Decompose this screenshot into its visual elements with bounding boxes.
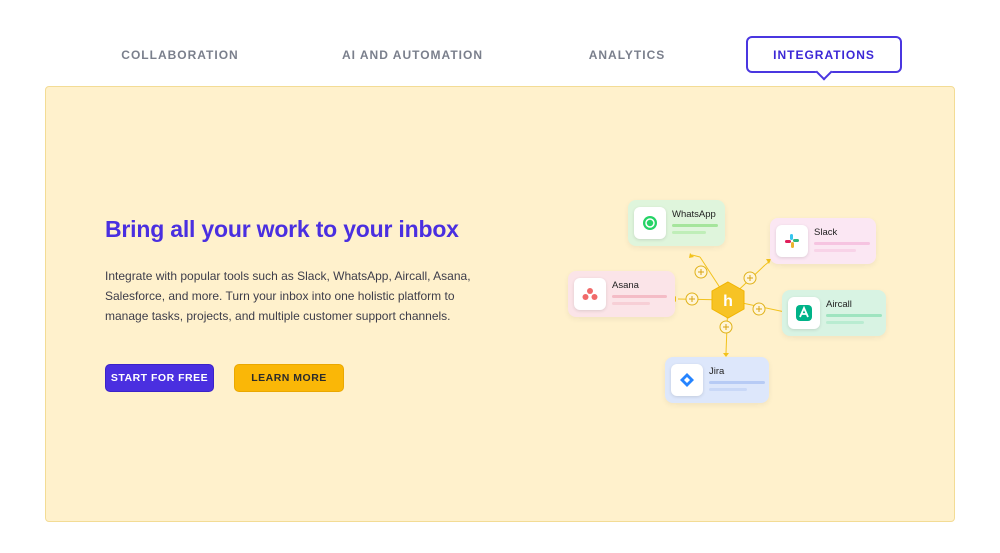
learn-more-button[interactable]: LEARN MORE (234, 364, 344, 392)
hub-logo-icon: h (711, 281, 745, 319)
feature-tabs: COLLABORATION AI AND AUTOMATION ANALYTIC… (0, 0, 1000, 86)
integration-card-jira: Jira (665, 357, 769, 403)
jira-icon (671, 364, 703, 396)
integration-name: Asana (612, 280, 639, 291)
tab-ai-and-automation[interactable]: AI AND AUTOMATION (335, 36, 490, 73)
tab-collaboration[interactable]: COLLABORATION (120, 36, 240, 73)
hero-description: Integrate with popular tools such as Sla… (105, 269, 471, 323)
integration-card-aircall: Aircall (782, 290, 886, 336)
integration-name: Slack (814, 227, 838, 238)
svg-text:h: h (723, 293, 733, 310)
integration-card-whatsapp: WhatsApp (628, 200, 725, 246)
hero-headline: Bring all your work to your inbox (105, 216, 459, 242)
integrations-illustration: h WhatsApp Slack Asana Aircall Jira (560, 195, 900, 410)
integration-card-asana: Asana (568, 271, 675, 317)
integration-name: Jira (709, 366, 725, 377)
integration-name: Aircall (826, 299, 852, 310)
integration-name: WhatsApp (672, 209, 716, 220)
start-for-free-button[interactable]: START FOR FREE (105, 364, 214, 392)
asana-icon (574, 278, 606, 310)
tab-analytics[interactable]: ANALYTICS (580, 36, 674, 73)
whatsapp-icon (634, 207, 666, 239)
integration-card-slack: Slack (770, 218, 876, 264)
tab-integrations[interactable]: INTEGRATIONS (746, 36, 902, 73)
slack-icon (776, 225, 808, 257)
aircall-icon (788, 297, 820, 329)
